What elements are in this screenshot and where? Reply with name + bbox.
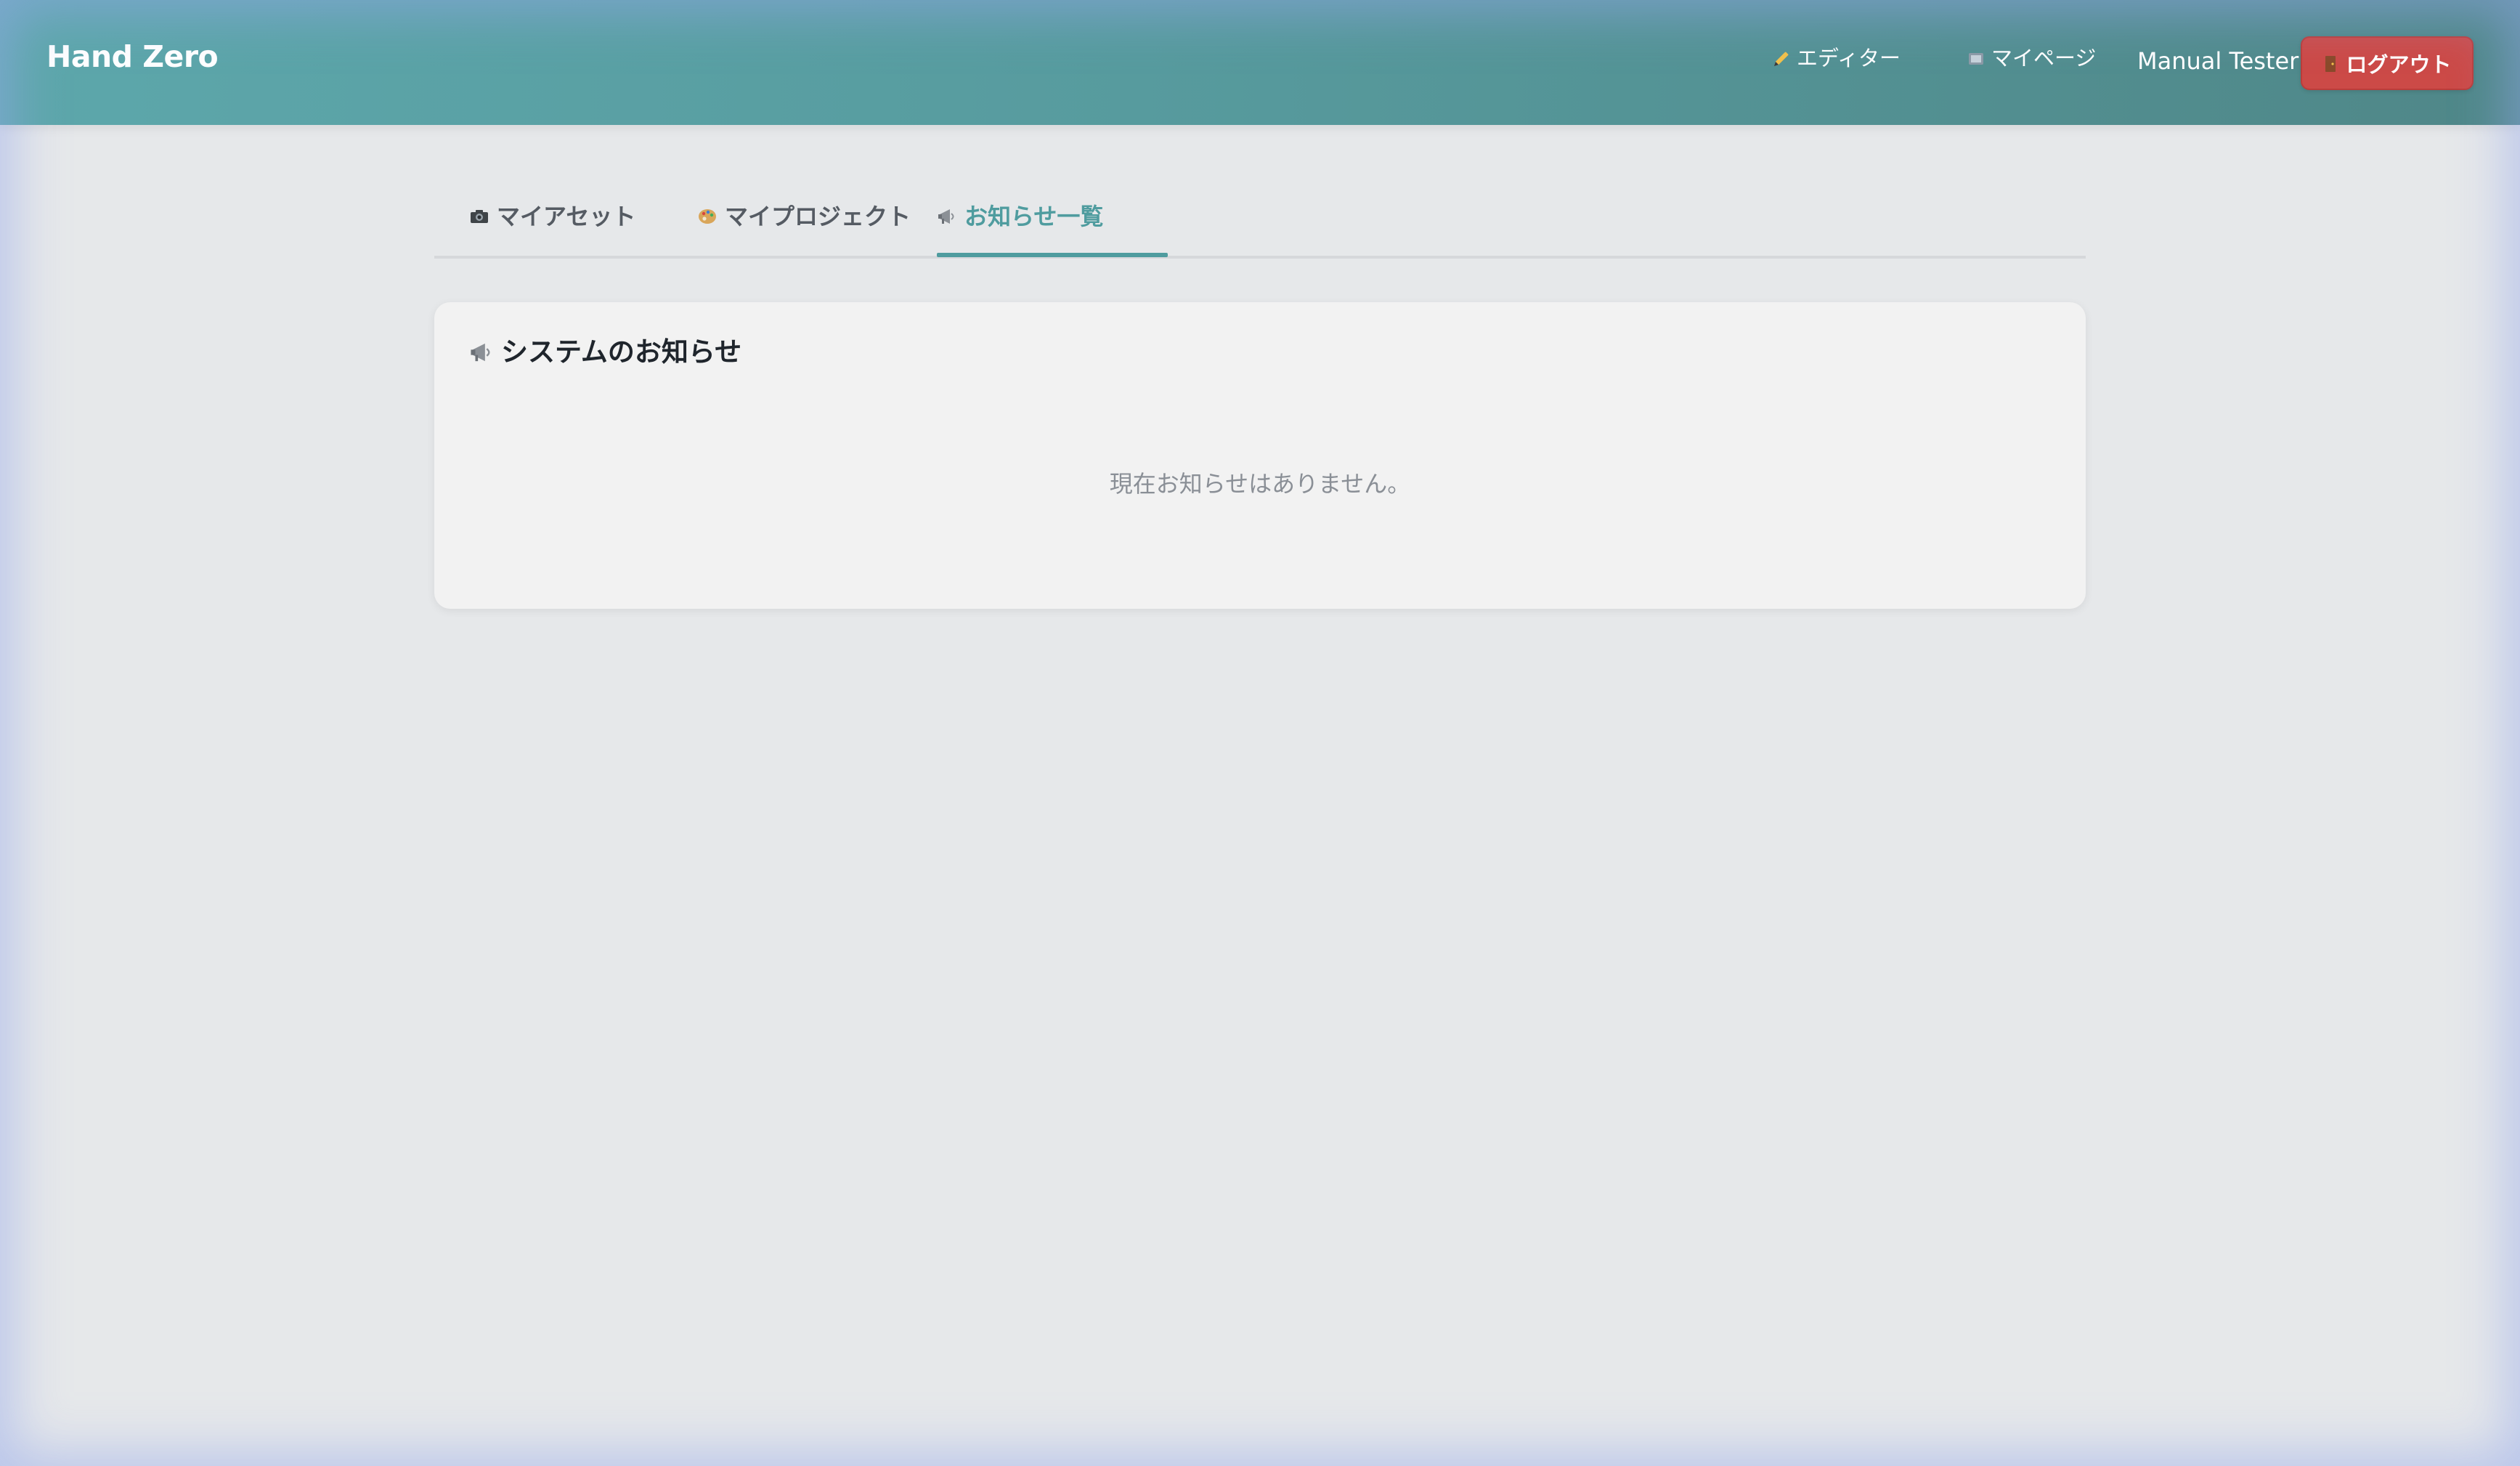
megaphone-icon <box>469 340 494 365</box>
nav-editor-link[interactable]: エディター <box>1772 48 1901 69</box>
card-title: システムのお知らせ <box>469 339 741 365</box>
top-header: Hand Zero エディター マイページ Manual Tester ログアウ… <box>0 0 2520 125</box>
announcements-card: システムのお知らせ 現在お知らせはありません。 <box>434 302 2086 609</box>
tab-announcements-label: お知らせ一覧 <box>964 203 1104 230</box>
logout-button[interactable]: ログアウト <box>2301 36 2474 90</box>
door-icon <box>2322 54 2341 73</box>
map-icon <box>1967 49 1985 68</box>
nav-mypage-label: マイページ <box>1991 46 2097 70</box>
tab-my-assets-label: マイアセット <box>497 203 636 230</box>
empty-notices-message: 現在お知らせはありません。 <box>1109 470 1411 498</box>
tab-announcements[interactable]: お知らせ一覧 <box>937 174 1103 256</box>
tab-bar: マイアセット マイプロジェクト お知らせ一覧 <box>434 174 2086 259</box>
tab-my-projects-label: マイプロジェクト <box>725 203 911 230</box>
nav-mypage-link[interactable]: マイページ <box>1967 48 2096 69</box>
user-name: Manual Tester <box>2137 47 2299 75</box>
app-logo-text[interactable]: Hand Zero <box>46 42 219 72</box>
active-tab-indicator <box>937 253 1168 257</box>
tab-my-projects[interactable]: マイプロジェクト <box>697 174 911 256</box>
nav-editor-label: エディター <box>1797 46 1901 70</box>
tab-my-assets[interactable]: マイアセット <box>469 174 635 256</box>
pencil-icon <box>1772 49 1791 68</box>
logout-label: ログアウト <box>2346 52 2452 77</box>
camera-icon <box>469 205 489 225</box>
megaphone-icon <box>937 205 957 225</box>
card-title-text: システムのお知らせ <box>501 336 742 368</box>
palette-icon <box>697 205 718 225</box>
